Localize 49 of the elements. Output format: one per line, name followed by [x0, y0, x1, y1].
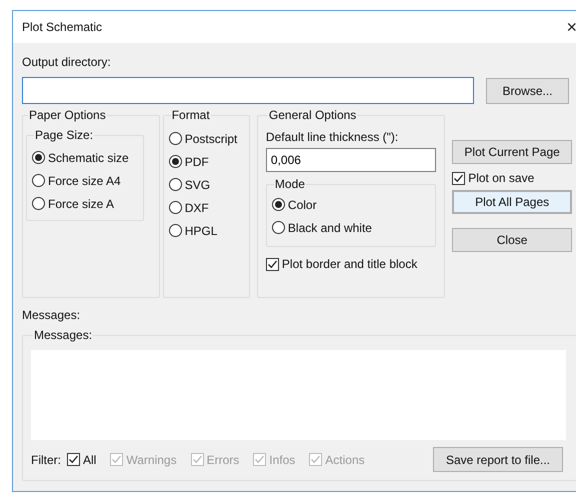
checkbox-label: All — [83, 452, 96, 468]
checkbox[interactable] — [452, 172, 466, 184]
radio-button[interactable] — [168, 132, 182, 145]
radio-button[interactable] — [272, 198, 285, 211]
browse-button[interactable]: Browse... — [486, 78, 569, 104]
radio-button[interactable] — [168, 224, 182, 237]
close-dialog-button[interactable]: Close — [452, 228, 572, 252]
group-title: Page Size: — [34, 127, 94, 144]
radio-button[interactable] — [32, 151, 45, 164]
radio-label: SVG — [184, 176, 210, 194]
radio-button[interactable] — [168, 155, 182, 168]
radio-label: Black and white — [288, 220, 372, 236]
radio-label: Force size A — [48, 196, 114, 212]
radio-button[interactable] — [32, 197, 45, 210]
close-button[interactable]: × — [564, 18, 576, 36]
radio-label: Force size A4 — [48, 172, 121, 190]
radio-label: PDF — [184, 154, 209, 170]
plot-all-pages-button[interactable]: Plot All Pages — [452, 190, 572, 214]
group-title: Mode — [274, 176, 306, 193]
checkbox-label: Plot border and title block — [282, 256, 418, 273]
radio-label: Postscript — [184, 130, 238, 148]
field-label: Default line thickness ("): — [266, 129, 400, 146]
checkbox[interactable] — [266, 258, 279, 270]
directory-field[interactable] — [22, 77, 474, 104]
group-title: Messages: — [33, 327, 94, 344]
radio-label: Schematic size — [48, 150, 129, 166]
section-label: Messages: — [22, 307, 82, 324]
radio-button[interactable] — [168, 201, 182, 214]
group-title: General Options — [268, 107, 358, 124]
radio-label: HPGL — [184, 222, 218, 240]
save-report-button[interactable]: Save report to file... — [433, 447, 563, 472]
checkbox-label: Infos — [269, 452, 296, 468]
radio-button[interactable] — [272, 221, 285, 234]
plot-current-page-button[interactable]: Plot Current Page — [452, 140, 572, 164]
line-thickness-field[interactable]: 0,006 — [266, 148, 436, 172]
group-title: Format — [170, 107, 211, 124]
checkbox-label: Errors — [206, 452, 240, 468]
field-label: Output directory: — [22, 54, 112, 71]
checkbox[interactable] — [67, 453, 80, 466]
radio-label: Color — [288, 196, 317, 214]
checkbox-label: Actions — [325, 452, 365, 468]
radio-button[interactable] — [32, 174, 45, 187]
group-title: Paper Options — [28, 107, 107, 124]
filter-label: Filter: — [31, 452, 61, 468]
checkbox-label: Warnings — [126, 452, 177, 468]
window-title: Plot Schematic — [22, 19, 102, 36]
radio-label: DXF — [184, 200, 209, 216]
radio-button[interactable] — [168, 178, 182, 191]
checkbox-label: Plot on save — [468, 170, 534, 187]
